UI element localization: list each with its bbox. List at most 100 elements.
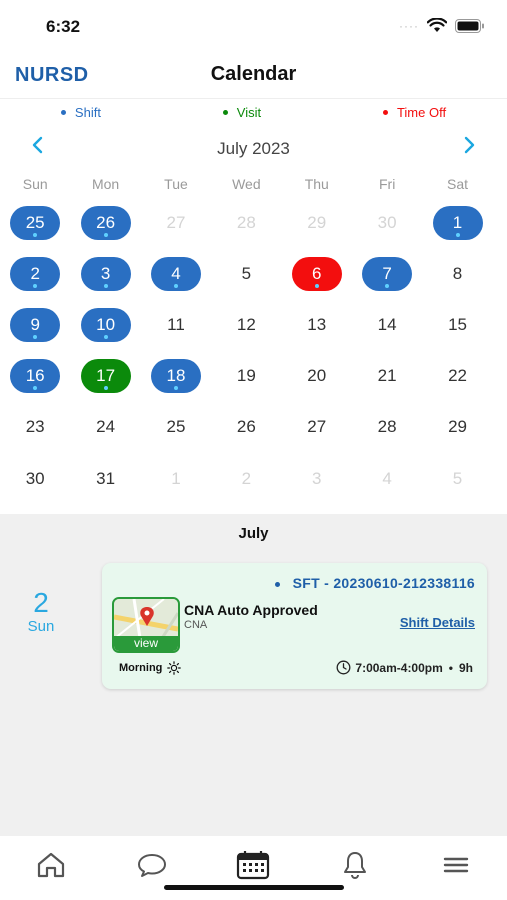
calendar-day-number: 15	[448, 314, 467, 334]
calendar-day-number: 9	[30, 314, 40, 334]
calendar-day-button[interactable]: 28	[362, 410, 412, 444]
calendar-day-number: 24	[96, 417, 116, 437]
tab-menu[interactable]	[431, 845, 481, 885]
calendar-day-button[interactable]: 30	[10, 462, 60, 496]
calendar-day-button[interactable]: 5	[221, 257, 271, 291]
calendar-day-button[interactable]: 13	[292, 308, 342, 342]
calendar-day-button[interactable]: 22	[433, 359, 483, 393]
calendar-day-button[interactable]: 25	[151, 410, 201, 444]
event-marker-icon	[33, 334, 38, 339]
shift-card[interactable]: SFT - 20230610-212338116 view CNA Auto A…	[102, 563, 487, 689]
calendar-day-button[interactable]: 7	[362, 256, 413, 291]
calendar-day-button[interactable]: 28	[221, 206, 271, 240]
calendar-cell: 7	[352, 248, 422, 299]
shift-title: CNA Auto Approved	[184, 602, 318, 618]
home-indicator	[164, 885, 344, 890]
shift-hours: 7:00am-4:00pm • 9h	[336, 660, 473, 675]
calendar-day-number: 7	[382, 263, 392, 283]
calendar-day-button[interactable]: 1	[432, 205, 483, 240]
calendar-day-button[interactable]: 10	[80, 307, 131, 342]
schedule-panel: July 2 Sun SFT - 20230610-212338116 view…	[0, 514, 507, 836]
weekday-header: Sun Mon Tue Wed Thu Fri Sat	[0, 171, 507, 197]
calendar-day-button[interactable]: 11	[151, 308, 201, 342]
legend-item-time-off: Time Off	[382, 105, 446, 120]
next-month-button[interactable]	[463, 135, 477, 161]
calendar-day-button[interactable]: 17	[80, 359, 131, 394]
calendar-cell: 27	[141, 197, 211, 248]
legend-dot-icon	[222, 109, 228, 115]
calendar-cell: 1	[141, 453, 211, 504]
calendar-icon	[237, 851, 270, 880]
calendar-day-button[interactable]: 27	[151, 206, 201, 240]
calendar-day-button[interactable]: 3	[80, 256, 131, 291]
calendar-day-button[interactable]: 27	[292, 410, 342, 444]
calendar-day-button[interactable]: 6	[291, 256, 342, 291]
map-thumbnail[interactable]: view	[112, 597, 180, 653]
calendar-day-button[interactable]: 26	[221, 410, 271, 444]
chevron-right-icon	[464, 136, 475, 154]
calendar-day-button[interactable]: 14	[362, 308, 412, 342]
calendar-day-button[interactable]: 18	[150, 359, 201, 394]
shift-code: SFT - 20230610-212338116	[274, 575, 475, 591]
legend-label: Shift	[74, 104, 101, 120]
app-header: NURSD Calendar	[0, 50, 507, 99]
calendar-day-button[interactable]: 4	[362, 462, 412, 496]
calendar-cell: 14	[352, 299, 422, 350]
calendar-cell: 30	[352, 197, 422, 248]
calendar-cell: 9	[0, 299, 70, 350]
schedule-date-weekday: Sun	[27, 618, 55, 635]
tab-notifications[interactable]	[330, 845, 380, 885]
calendar-day-button[interactable]: 26	[80, 205, 131, 240]
calendar-day-button[interactable]: 2	[221, 462, 271, 496]
calendar-day-button[interactable]: 31	[81, 462, 131, 496]
legend-item-visit: Visit	[222, 104, 262, 120]
shift-details-link[interactable]: Shift Details	[400, 615, 475, 630]
calendar-day-button[interactable]: 2	[10, 256, 61, 291]
map-view-label[interactable]: view	[114, 636, 178, 651]
calendar-day-button[interactable]: 23	[10, 410, 60, 444]
calendar-day-number: 11	[167, 314, 185, 334]
legend-label: Visit	[236, 104, 262, 120]
calendar-day-button[interactable]: 8	[433, 257, 483, 291]
event-marker-icon	[33, 283, 38, 288]
calendar-day-button[interactable]: 1	[151, 462, 201, 496]
calendar-day-button[interactable]: 19	[221, 359, 271, 393]
calendar-day-number: 29	[448, 417, 467, 437]
calendar-day-number: 27	[166, 212, 186, 232]
calendar-day-number: 25	[166, 417, 186, 437]
bell-icon	[343, 852, 366, 879]
calendar-cell: 25	[0, 197, 70, 248]
calendar-cell: 4	[141, 248, 211, 299]
calendar-day-button[interactable]: 9	[10, 307, 61, 342]
calendar-cell: 25	[141, 402, 211, 453]
calendar-day-button[interactable]: 5	[433, 462, 483, 496]
calendar-cell: 18	[141, 351, 211, 402]
event-marker-icon	[103, 232, 108, 237]
calendar-day-number: 28	[377, 417, 397, 437]
calendar-day-number: 10	[96, 314, 116, 334]
calendar-day-button[interactable]: 21	[362, 359, 412, 393]
tab-home[interactable]	[26, 845, 76, 885]
calendar-day-button[interactable]: 20	[292, 359, 342, 393]
calendar-day-button[interactable]: 3	[292, 462, 342, 496]
calendar-day-button[interactable]: 29	[433, 410, 483, 444]
calendar-grid: 25 26 27 28 29 30 1 2 3 4 5 6 7 8 9 10 11 12 13 14 15 16 17 18 1…	[0, 197, 507, 504]
calendar-day-button[interactable]: 12	[221, 308, 271, 342]
weekday-thu: Thu	[304, 176, 329, 192]
calendar-day-number: 18	[166, 366, 186, 386]
event-marker-icon	[103, 386, 108, 391]
calendar-day-button[interactable]: 15	[433, 308, 483, 342]
calendar-day-button[interactable]: 30	[362, 206, 412, 240]
tab-calendar[interactable]	[228, 845, 278, 885]
calendar-cell: 6	[282, 248, 352, 299]
calendar-day-button[interactable]: 29	[292, 206, 342, 240]
calendar-day-number: 17	[96, 366, 116, 386]
calendar-day-button[interactable]: 25	[10, 205, 61, 240]
battery-icon	[455, 18, 484, 33]
calendar-day-button[interactable]: 16	[10, 359, 61, 394]
calendar-day-button[interactable]: 24	[81, 410, 131, 444]
calendar-day-number: 29	[307, 212, 327, 232]
tab-messages[interactable]	[127, 845, 177, 885]
calendar-day-button[interactable]: 4	[150, 256, 201, 291]
calendar-cell: 4	[352, 453, 422, 504]
